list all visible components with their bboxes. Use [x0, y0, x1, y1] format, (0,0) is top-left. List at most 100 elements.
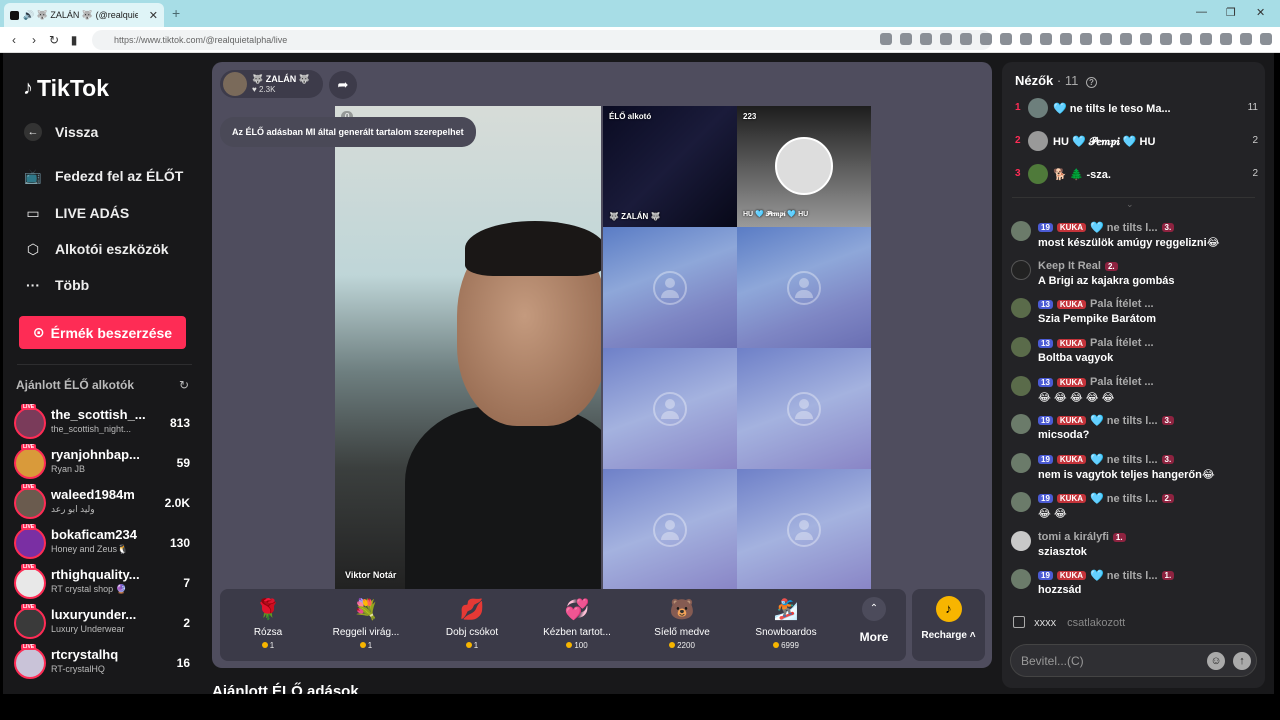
restore-icon[interactable]: ❐ [1226, 6, 1236, 19]
close-tab-icon[interactable]: ✕ [149, 9, 158, 22]
extension-icon[interactable] [1160, 33, 1172, 45]
refresh-icon[interactable]: ↻ [179, 378, 189, 392]
extension-icon[interactable] [1200, 33, 1212, 45]
browser-tab[interactable]: 🔊 🐺 ZALÁN 🐺 (@realquietalpha) ... ✕ [4, 3, 164, 27]
new-tab-icon[interactable]: + [172, 5, 180, 21]
avatar[interactable] [1011, 260, 1031, 280]
avatar[interactable] [1011, 453, 1031, 473]
nav-live-broadcast[interactable]: ▭ LIVE ADÁS [23, 203, 129, 223]
recommended-lives-heading: Ajánlott ÉLŐ adások [212, 683, 359, 694]
avatar[interactable] [1011, 298, 1031, 318]
host-info[interactable]: 🐺 ZALÁN 🐺 ♥ 2.3K [220, 70, 323, 98]
share-icon[interactable]: ➦ [329, 71, 357, 99]
chat-username[interactable]: 🩵 ne tilts l... [1090, 569, 1157, 582]
recommended-creator[interactable]: LIVE rtcrystalhq RT-crystalHQ 16 [14, 644, 194, 681]
recommended-creator[interactable]: LIVE rthighquality... RT crystal shop 🔮 … [14, 564, 194, 601]
nav-creator-tools[interactable]: ⬡ Alkotói eszközök [23, 239, 169, 259]
forward-arrow-icon[interactable]: › [24, 33, 44, 47]
top-viewer-row[interactable]: 1 🩵 ne tilts le teso Ma... 11 [1015, 98, 1258, 120]
chevron-down-icon[interactable]: ⌄ [1126, 199, 1134, 210]
info-icon[interactable]: ? [1085, 77, 1097, 88]
avatar[interactable] [1011, 221, 1031, 241]
avatar[interactable] [1011, 531, 1031, 551]
gift-item[interactable]: 💋 Dobj csókot 1 [424, 594, 520, 656]
joined-user[interactable]: xxxx [1034, 617, 1056, 629]
extension-icon[interactable] [900, 33, 912, 45]
chat-username[interactable]: 🩵 ne tilts l... [1090, 492, 1157, 505]
get-coins-button[interactable]: ⊙ Érmék beszerzése [19, 316, 186, 349]
empty-guest-slot[interactable] [737, 348, 871, 469]
creator-name: the_scottish_... [51, 407, 146, 422]
gift-item[interactable]: 💞 Kézben tartot... 100 [529, 594, 625, 656]
extension-icon[interactable] [1220, 33, 1232, 45]
extension-icon[interactable] [1260, 33, 1272, 45]
more-gifts-button[interactable]: ⌃ More [854, 597, 894, 644]
back-arrow-icon[interactable]: ‹ [4, 33, 24, 47]
extension-icon[interactable] [1140, 33, 1152, 45]
gift-item[interactable]: 🏂 Snowboardos 6999 [738, 594, 834, 656]
extension-icon[interactable] [1240, 33, 1252, 45]
empty-guest-slot[interactable] [737, 227, 871, 348]
close-window-icon[interactable]: ✕ [1256, 6, 1265, 19]
main-video[interactable]: 0 Viktor Notár [335, 106, 601, 589]
chat-username[interactable]: 🩵 ne tilts l... [1090, 453, 1157, 466]
empty-guest-slot[interactable] [603, 469, 737, 590]
chat-username[interactable]: Keep It Real [1038, 260, 1101, 272]
recommended-creator[interactable]: LIVE waleed1984m وليد ابو رعد 2.0K [14, 484, 194, 521]
chat-username[interactable]: 🩵 ne tilts l... [1090, 221, 1157, 234]
gift-item[interactable]: 🐻 Síelő medve 2200 [634, 594, 730, 656]
guest-slot[interactable]: ÉLŐ alkotó 🐺 ZALÁN 🐺 [603, 106, 737, 227]
guest-slot-name: 🐺 ZALÁN 🐺 [609, 212, 661, 221]
extension-icon[interactable] [1020, 33, 1032, 45]
minimize-icon[interactable]: — [1196, 6, 1207, 18]
recommended-creator[interactable]: LIVE ryanjohnbap... Ryan JB 59 [14, 444, 194, 481]
empty-guest-slot[interactable] [603, 227, 737, 348]
avatar[interactable] [1011, 492, 1031, 512]
recommended-creator[interactable]: LIVE luxuryunder... Luxury Underwear 2 [14, 604, 194, 641]
extension-icon[interactable] [1100, 33, 1112, 45]
avatar[interactable] [1011, 376, 1031, 396]
chat-username[interactable]: 🩵 ne tilts l... [1090, 414, 1157, 427]
top-viewer-row[interactable]: 2 HU 🩵 𝓟𝒆𝒎𝒑𝒊 🩵 HU 2 [1015, 131, 1258, 153]
extension-icon[interactable] [960, 33, 972, 45]
emoji-icon[interactable]: ☺ [1207, 652, 1225, 670]
extension-icon[interactable] [1080, 33, 1092, 45]
chat-username[interactable]: Pala Ítélet ... [1090, 376, 1154, 388]
nav-label: LIVE ADÁS [55, 205, 130, 221]
bookmark-icon[interactable]: ▮ [64, 33, 84, 47]
extension-icon[interactable] [980, 33, 992, 45]
url-field[interactable]: https://www.tiktok.com/@realquietalpha/l… [92, 30, 992, 50]
guest-slot-viewers: 223 [743, 112, 757, 121]
live-video-grid[interactable]: 0 Viktor Notár ÉLŐ alkotó 🐺 ZALÁN 🐺 223 … [335, 106, 871, 590]
extension-icon[interactable] [1180, 33, 1192, 45]
extension-icon[interactable] [1120, 33, 1132, 45]
avatar[interactable] [1011, 414, 1031, 434]
extension-icon[interactable] [880, 33, 892, 45]
empty-guest-slot[interactable] [603, 348, 737, 469]
recommended-creator[interactable]: LIVE bokaficam234 Honey and Zeus🐧 130 [14, 524, 194, 561]
empty-guest-slot[interactable] [737, 469, 871, 590]
extension-icon[interactable] [1000, 33, 1012, 45]
avatar[interactable] [1011, 337, 1031, 357]
send-icon[interactable]: ↑ [1233, 652, 1251, 670]
reload-icon[interactable]: ↻ [44, 33, 64, 47]
chat-username[interactable]: Pala Ítélet ... [1090, 337, 1154, 349]
avatar[interactable] [1011, 569, 1031, 589]
back-link[interactable]: ← Vissza [23, 122, 98, 142]
guest-slot[interactable]: 223 HU 🩵 𝓟𝒆𝒎𝒑𝒊 🩵 HU [737, 106, 871, 227]
chat-input[interactable] [1021, 651, 1201, 671]
gift-item[interactable]: 🌹 Rózsa 1 [220, 594, 316, 656]
recommended-creator[interactable]: LIVE the_scottish_... the_scottish_night… [14, 404, 194, 441]
chat-username[interactable]: tomi a királyfi [1038, 531, 1109, 543]
extension-icon[interactable] [940, 33, 952, 45]
tiktok-logo[interactable]: ♪ TikTok [23, 75, 109, 102]
nav-explore-live[interactable]: 📺 Fedezd fel az ÉLŐT [23, 166, 183, 186]
nav-more[interactable]: ··· Több [23, 275, 89, 295]
recharge-button[interactable]: ♪ Recharge ˄ [912, 589, 985, 661]
chat-username[interactable]: Pala Ítélet ... [1090, 298, 1154, 310]
gift-item[interactable]: 💐 Reggeli virág... 1 [318, 594, 414, 656]
top-viewer-row[interactable]: 3 🐕 🌲 -sza. 2 [1015, 164, 1258, 186]
extension-icon[interactable] [1040, 33, 1052, 45]
extension-icon[interactable] [920, 33, 932, 45]
extension-icon[interactable] [1060, 33, 1072, 45]
